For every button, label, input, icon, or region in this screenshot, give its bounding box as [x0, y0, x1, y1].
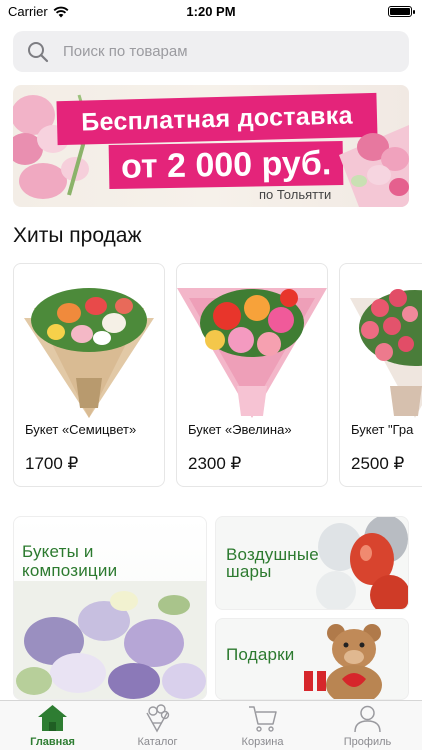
- wifi-icon: [53, 6, 69, 17]
- tab-catalog[interactable]: Каталог: [105, 701, 210, 750]
- product-name: Букет «Семицвет»: [25, 422, 137, 437]
- category-gifts[interactable]: Подарки: [215, 618, 409, 700]
- category-bouquets-label-line1: Букеты и: [22, 542, 94, 561]
- battery-icon: [388, 6, 415, 17]
- banner-city: по Тольятти: [259, 187, 332, 202]
- product-name: Букет "Гра: [351, 422, 414, 437]
- product-image: [350, 289, 422, 418]
- product-card[interactable]: Букет «Эвелина» 2300 ₽: [176, 263, 328, 487]
- category-balloons-label-line2: шары: [226, 562, 272, 581]
- search-bar[interactable]: [13, 31, 409, 72]
- profile-icon: [354, 705, 381, 733]
- product-image: [177, 288, 327, 418]
- banner-amount: от 2 000 руб.: [108, 140, 344, 190]
- carrier-indicator: Carrier: [8, 4, 69, 19]
- category-gifts-image: [304, 624, 382, 699]
- status-bar: Carrier 1:20 PM: [0, 0, 422, 24]
- tab-home[interactable]: Главная: [0, 701, 105, 750]
- banner-bouquet-image: [339, 125, 409, 207]
- tab-bar: Главная Каталог Корзина Профиль: [0, 700, 422, 750]
- bouquet-icon: [146, 704, 170, 733]
- cart-icon: [249, 706, 277, 732]
- tab-catalog-label: Каталог: [137, 736, 178, 748]
- category-bouquets[interactable]: Букеты и композиции: [13, 516, 207, 700]
- product-name: Букет «Эвелина»: [188, 422, 292, 437]
- tab-cart[interactable]: Корзина: [210, 701, 315, 750]
- product-image: [24, 288, 154, 418]
- category-bouquets-image: [14, 581, 206, 699]
- category-bouquets-label-line2: композиции: [22, 561, 118, 580]
- tab-cart-label: Корзина: [241, 736, 284, 748]
- products-carousel[interactable]: Букет «Семицвет» 1700 ₽ Букет «Эвелина» …: [13, 263, 422, 487]
- search-input[interactable]: [63, 31, 393, 72]
- promo-banner[interactable]: Бесплатная доставка от 2 000 руб. по Тол…: [13, 85, 409, 207]
- product-price: 1700 ₽: [25, 454, 79, 473]
- tab-profile[interactable]: Профиль: [315, 701, 420, 750]
- tab-profile-label: Профиль: [343, 736, 392, 748]
- tab-home-label: Главная: [30, 736, 75, 748]
- category-balloons[interactable]: Воздушные шары: [215, 516, 409, 610]
- home-icon: [38, 705, 67, 731]
- section-title-hits: Хиты продаж: [13, 224, 142, 247]
- product-price: 2500 ₽: [351, 454, 405, 473]
- product-card[interactable]: Букет "Гра 2500 ₽: [339, 263, 422, 487]
- carrier-name: Carrier: [8, 4, 48, 19]
- category-balloons-image: [316, 517, 408, 609]
- search-icon: [28, 42, 49, 63]
- product-price: 2300 ₽: [188, 454, 242, 473]
- product-card[interactable]: Букет «Семицвет» 1700 ₽: [13, 263, 165, 487]
- category-gifts-label: Подарки: [226, 645, 295, 664]
